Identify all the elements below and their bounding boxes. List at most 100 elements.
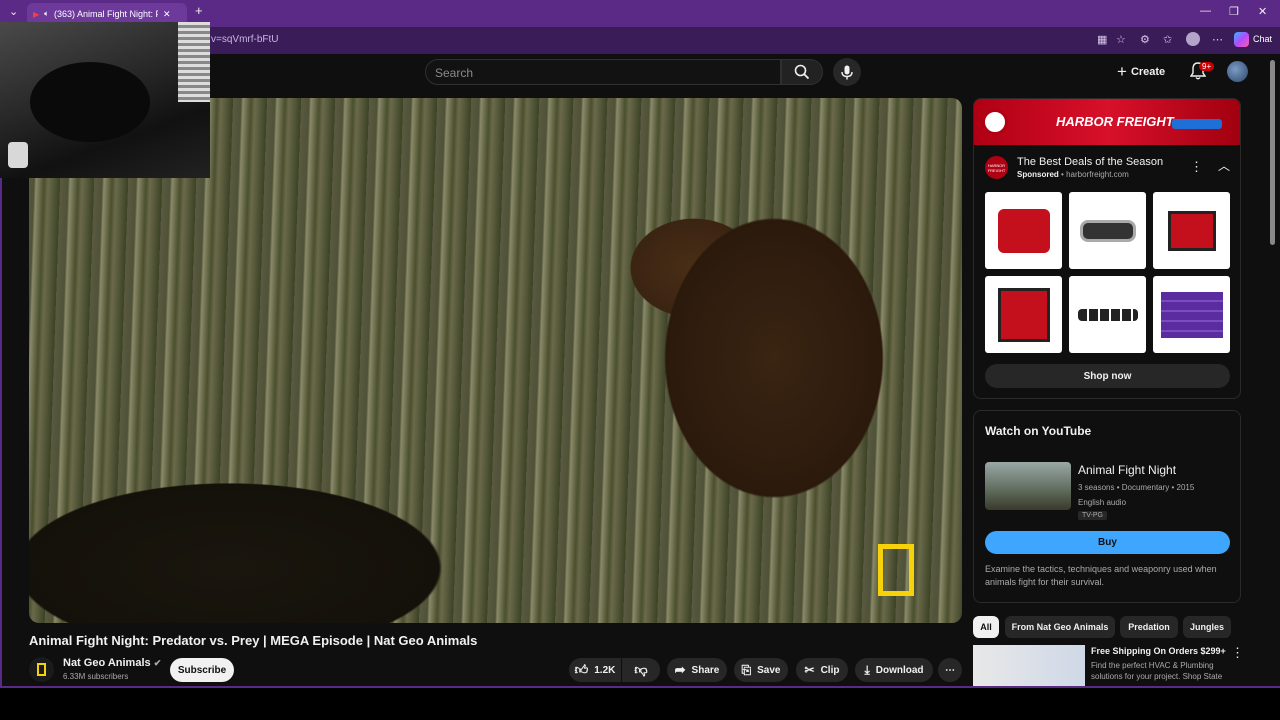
promo-title[interactable]: Free Shipping On Orders $299+: [1091, 646, 1226, 656]
ad-title[interactable]: The Best Deals of the Season: [1017, 156, 1163, 168]
account-avatar[interactable]: [1227, 61, 1248, 82]
show-thumbnail[interactable]: [985, 462, 1071, 510]
shop-now-button[interactable]: Shop now: [985, 364, 1230, 388]
natgeo-logo-icon: [37, 663, 46, 676]
create-button[interactable]: + Create: [1117, 60, 1175, 84]
mug: [8, 142, 28, 168]
buy-button[interactable]: Buy: [985, 531, 1230, 554]
scissors-icon: ✂: [804, 663, 815, 677]
content-rating-badge: TV-PG: [1078, 511, 1108, 520]
promo-thumbnail[interactable]: [973, 645, 1085, 686]
window-blinds: [178, 22, 210, 102]
download-button[interactable]: ⤓ Download: [855, 658, 933, 682]
generator-icon: [997, 208, 1050, 253]
chip-all[interactable]: All: [973, 616, 999, 638]
channel-avatar[interactable]: [29, 657, 54, 682]
ad-sponsored-line: Sponsored • harborfreight.com: [1017, 170, 1129, 179]
new-tab-icon[interactable]: +: [195, 3, 203, 18]
notification-badge: 9+: [1199, 62, 1215, 71]
extensions-icon[interactable]: ⚙: [1140, 33, 1150, 46]
webcam-overlay: [0, 22, 210, 178]
clip-button[interactable]: ✂ Clip: [796, 658, 848, 682]
url-text[interactable]: v=sqVmrf-bFtU: [211, 34, 279, 45]
microphone-icon: [841, 65, 853, 79]
ad-menu-icon[interactable]: ⋮: [1190, 159, 1203, 175]
voice-search-button[interactable]: [833, 58, 861, 86]
share-button[interactable]: ➦ Share: [667, 658, 727, 682]
product-socket-set[interactable]: [1069, 276, 1146, 353]
watch-on-youtube-card: Watch on YouTube Animal Fight Night 3 se…: [973, 410, 1241, 603]
sponsored-ad-card[interactable]: HARBOR FREIGHT HARBOR FREIGHT The Best D…: [973, 98, 1241, 399]
inverter-generator-icon: [997, 287, 1050, 342]
chip-jungles[interactable]: Jungles: [1183, 616, 1231, 638]
more-menu-icon[interactable]: ⋯: [1212, 33, 1223, 46]
bullet-separator: •: [1061, 170, 1064, 179]
minimize-icon[interactable]: —: [1200, 5, 1211, 17]
show-title[interactable]: Animal Fight Night: [1078, 463, 1176, 477]
favorites-icon[interactable]: ✩: [1163, 33, 1172, 46]
chip-predation[interactable]: Predation: [1120, 616, 1178, 638]
dislike-button[interactable]: 👎︎: [622, 658, 660, 682]
verified-icon: ✔: [153, 658, 162, 668]
download-icon: ⤓: [864, 662, 870, 677]
more-actions-button[interactable]: ⋯: [938, 658, 962, 682]
channel-name-text[interactable]: Nat Geo Animals: [63, 657, 151, 669]
product-tool-chest-purple[interactable]: [1153, 276, 1230, 353]
bookmark-icon: ⎘: [741, 662, 752, 677]
harbor-freight-badge-icon: [982, 109, 1008, 135]
window-close-icon[interactable]: ✕: [1258, 5, 1267, 18]
product-generator-red[interactable]: [985, 192, 1062, 269]
download-label: Download: [875, 664, 924, 676]
thumbs-down-icon: 👎︎: [634, 662, 648, 677]
tool-chest-icon: [1160, 291, 1223, 338]
chat-label[interactable]: Chat: [1253, 34, 1272, 44]
clip-label: Clip: [820, 664, 840, 676]
plus-icon: +: [1117, 62, 1127, 81]
drill-icon: [1172, 119, 1222, 129]
favorite-star-icon[interactable]: ☆: [1116, 33, 1126, 46]
socket-set-icon: [1077, 308, 1138, 321]
ad-banner[interactable]: HARBOR FREIGHT: [974, 99, 1240, 145]
subscriber-count: 6.33M subscribers: [63, 672, 129, 681]
water-pump-icon: [1167, 210, 1216, 251]
search-input[interactable]: Search: [425, 59, 781, 85]
show-audio: English audio: [1078, 498, 1127, 507]
promo-menu-icon[interactable]: ⋮: [1231, 645, 1244, 661]
restore-icon[interactable]: ❐: [1229, 5, 1239, 18]
watch-card-heading: Watch on YouTube: [985, 424, 1092, 438]
audio-playing-icon[interactable]: 🔈︎: [44, 9, 49, 19]
product-inverter-generator[interactable]: [985, 276, 1062, 353]
tab-close-icon[interactable]: ✕: [163, 9, 171, 20]
create-label: Create: [1130, 66, 1166, 78]
tab-list-chevron-icon[interactable]: ⌄: [9, 5, 18, 18]
product-water-pump[interactable]: [1153, 192, 1230, 269]
show-description: Examine the tactics, techniques and weap…: [985, 564, 1217, 587]
collapse-chevron-icon[interactable]: ︿: [1218, 157, 1230, 174]
promo-description: Find the perfect HVAC & Plumbing solutio…: [1091, 661, 1223, 681]
channel-name[interactable]: Nat Geo Animals ✔: [63, 657, 161, 669]
youtube-favicon-icon: ▶: [33, 9, 40, 19]
save-label: Save: [757, 664, 781, 676]
copilot-icon[interactable]: [1234, 32, 1249, 47]
person-silhouette: [30, 62, 150, 142]
app-install-icon[interactable]: ▦: [1097, 33, 1107, 46]
save-button[interactable]: ⎘ Save: [734, 658, 788, 682]
banner-brand-text: HARBOR FREIGHT: [1056, 114, 1174, 129]
sponsored-label: Sponsored: [1017, 170, 1059, 179]
share-arrow-icon: ➦: [674, 662, 686, 677]
advertiser-logo[interactable]: HARBOR FREIGHT: [985, 156, 1008, 179]
like-count: 1.2K: [594, 664, 616, 676]
video-title: Animal Fight Night: Predator vs. Prey | …: [29, 633, 478, 648]
tab-title: (363) Animal Fight Night: Pred: [53, 9, 158, 19]
page-scrollbar[interactable]: [1270, 60, 1275, 245]
search-icon: [794, 64, 810, 80]
thumbs-up-icon: 👍︎: [574, 662, 589, 677]
product-winch[interactable]: [1069, 192, 1146, 269]
show-meta: 3 seasons • Documentary • 2015: [1078, 483, 1195, 492]
ad-domain: harborfreight.com: [1066, 170, 1129, 179]
like-button[interactable]: 👍︎ 1.2K: [569, 658, 621, 682]
profile-avatar-icon[interactable]: [1186, 32, 1200, 46]
chip-from-nat-geo-animals[interactable]: From Nat Geo Animals: [1005, 616, 1115, 638]
search-button[interactable]: [781, 59, 823, 85]
subscribe-button[interactable]: Subscribe: [170, 658, 234, 682]
